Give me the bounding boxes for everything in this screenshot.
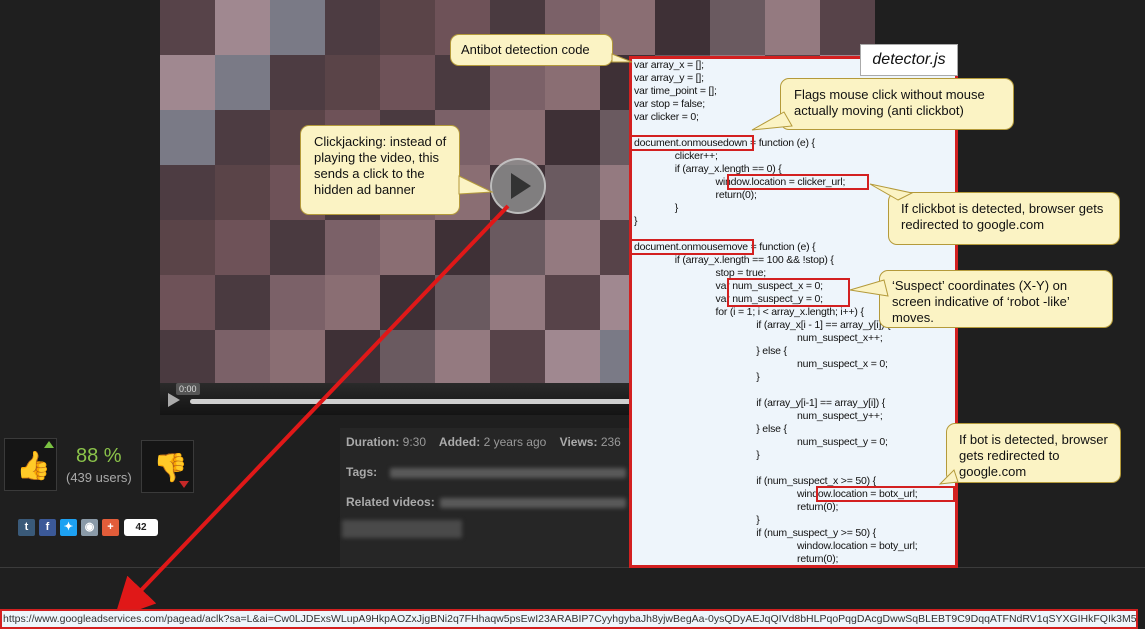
tail-mouse-click <box>751 111 793 131</box>
annotation-overlay <box>114 53 959 619</box>
tail-clickbot <box>869 183 914 201</box>
tail-clickjacking <box>458 175 494 195</box>
tail-bot <box>938 469 959 485</box>
clickjack-arrow <box>114 204 510 619</box>
tail-antibot <box>611 53 633 63</box>
tail-suspect <box>849 279 889 297</box>
ad-url: https://www.googleadservices.com/pagead/… <box>0 609 1138 629</box>
